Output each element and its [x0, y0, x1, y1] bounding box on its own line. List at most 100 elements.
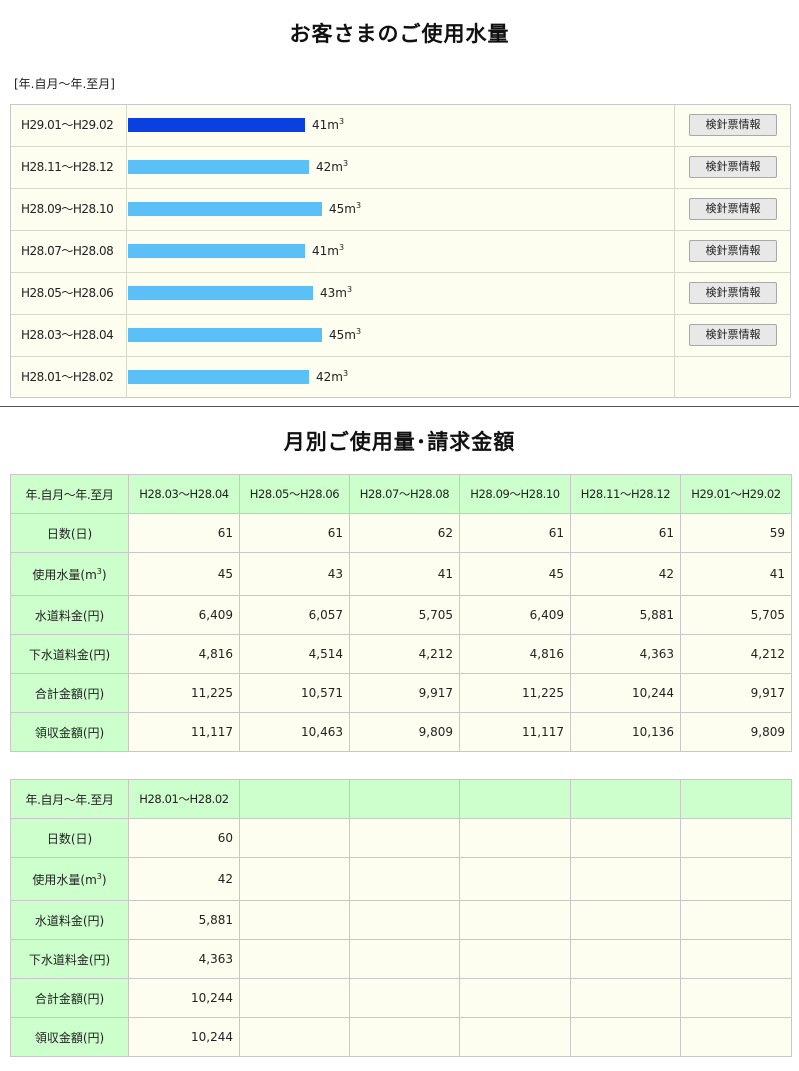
- table-value-cell: 9,917: [349, 673, 460, 713]
- total-amount-row: 合計金額(円) 11,225 10,571 9,917 11,225 10,244 9,91…: [10, 673, 792, 713]
- meter-reading-info-button[interactable]: 検針票情報: [689, 156, 777, 178]
- table-value-cell: 5,881: [570, 595, 681, 635]
- table-value-cell: 10,244: [128, 1017, 240, 1057]
- usage-bar: [128, 244, 305, 258]
- monthly-bill-table-1: 年.自月～年.至月 H28.03～H28.04 H28.05～H28.06 H28.0…: [10, 474, 792, 752]
- period-header-cell: H28.03～H28.04: [128, 474, 240, 514]
- meter-button-cell: 検針票情報: [674, 315, 790, 356]
- table-value-cell: [459, 1017, 571, 1057]
- usage-row: H28.09～H28.10 45m3 検針票情報: [11, 189, 790, 231]
- row-label: 水道料金(円): [10, 900, 129, 940]
- meter-button-cell: 検針票情報: [674, 189, 790, 230]
- usage-period-label: H28.03～H28.04: [11, 315, 127, 356]
- period-header-cell: [349, 779, 460, 819]
- usage-unit: m: [327, 118, 339, 132]
- table-value-cell: 42: [128, 857, 240, 901]
- meter-reading-info-button[interactable]: 検針票情報: [689, 324, 777, 346]
- table-value-cell: [239, 818, 350, 858]
- usage-row: 使用水量(m3) 42: [10, 857, 792, 901]
- table-value-cell: 41: [680, 552, 792, 596]
- table-value-cell: 61: [459, 513, 571, 553]
- usage-row: 使用水量(m3) 45 43 41 45 42 41: [10, 552, 792, 596]
- usage-bar: [128, 202, 322, 216]
- table-value-cell: [459, 900, 571, 940]
- table-value-cell: [680, 978, 792, 1018]
- usage-row: H28.11～H28.12 42m3 検針票情報: [11, 147, 790, 189]
- table-value-cell: [459, 978, 571, 1018]
- table-value-cell: 9,917: [680, 673, 792, 713]
- total-amount-row: 合計金額(円) 10,244: [10, 978, 792, 1018]
- period-header-cell: [239, 779, 350, 819]
- meter-button-cell: 検針票情報: [674, 273, 790, 314]
- sewer-fee-row: 下水道料金(円) 4,816 4,514 4,212 4,816 4,363 4,212: [10, 634, 792, 674]
- water-fee-row: 水道料金(円) 5,881: [10, 900, 792, 940]
- usage-label-text: 使用水量(m: [32, 567, 97, 582]
- table-value-cell: [680, 939, 792, 979]
- received-amount-row: 領収金額(円) 11,117 10,463 9,809 11,117 10,136 9,80…: [10, 712, 792, 752]
- usage-unit: m: [331, 370, 343, 384]
- table-value-cell: [459, 857, 571, 901]
- usage-unit: m: [335, 286, 347, 300]
- row-label: 日数(日): [10, 818, 129, 858]
- table-value-cell: [680, 857, 792, 901]
- table-header-row: 年.自月～年.至月 H28.01～H28.02: [10, 779, 792, 819]
- usage-unit: m: [331, 160, 343, 174]
- usage-unit-exponent: 3: [355, 327, 362, 336]
- usage-row: H29.01～H29.02 41m3 検針票情報: [11, 105, 790, 147]
- meter-reading-info-button[interactable]: 検針票情報: [689, 240, 777, 262]
- row-label: 使用水量(m3): [10, 552, 129, 596]
- meter-reading-info-button[interactable]: 検針票情報: [689, 198, 777, 220]
- sewer-fee-row: 下水道料金(円) 4,363: [10, 939, 792, 979]
- usage-bar: [128, 328, 322, 342]
- table-value-cell: [570, 939, 681, 979]
- monthly-bill-table-2: 年.自月～年.至月 H28.01～H28.02 日数(日) 60 使用水量(m3) 42 水…: [10, 779, 792, 1057]
- usage-unit-exponent: 3: [342, 369, 349, 378]
- meter-reading-info-button[interactable]: 検針票情報: [689, 114, 777, 136]
- meter-reading-info-button[interactable]: 検針票情報: [689, 282, 777, 304]
- meter-button-cell: 検針票情報: [674, 105, 790, 146]
- usage-period-label: H28.07～H28.08: [11, 231, 127, 272]
- table-value-cell: 6,409: [459, 595, 571, 635]
- row-label: 日数(日): [10, 513, 129, 553]
- table-value-cell: 4,363: [128, 939, 240, 979]
- table-value-cell: 61: [570, 513, 681, 553]
- usage-amount: 41m3: [312, 243, 344, 258]
- usage-row: H28.07～H28.08 41m3 検針票情報: [11, 231, 790, 273]
- table-value-cell: 10,571: [239, 673, 350, 713]
- meter-button-cell: [674, 357, 790, 398]
- table-value-cell: 41: [349, 552, 460, 596]
- table-value-cell: 43: [239, 552, 350, 596]
- usage-amount: 45m3: [329, 201, 361, 216]
- usage-bar: [128, 160, 309, 174]
- usage-amount: 41m3: [312, 117, 344, 132]
- usage-section-title: お客さまのご使用水量: [289, 22, 510, 46]
- usage-period-label: H28.01～H28.02: [11, 357, 127, 398]
- table-value-cell: 6,409: [128, 595, 240, 635]
- usage-unit-exponent: 3: [338, 117, 345, 126]
- table-value-cell: [570, 818, 681, 858]
- meter-button-cell: 検針票情報: [674, 231, 790, 272]
- table-value-cell: 10,244: [128, 978, 240, 1018]
- row-label: 下水道料金(円): [10, 939, 129, 979]
- monthly-section-title: 月別ご使用量･請求金額: [283, 430, 516, 454]
- row-label: 領収金額(円): [10, 712, 129, 752]
- usage-unit: m: [344, 202, 356, 216]
- usage-amount: 45m3: [329, 327, 361, 342]
- usage-amount-value: 41: [312, 244, 328, 258]
- period-header-cell: H28.07～H28.08: [349, 474, 460, 514]
- water-fee-row: 水道料金(円) 6,409 6,057 5,705 6,409 5,881 5,705: [10, 595, 792, 635]
- table-value-cell: 62: [349, 513, 460, 553]
- row-label: 水道料金(円): [10, 595, 129, 635]
- usage-period-label: H28.05～H28.06: [11, 273, 127, 314]
- period-header-cell: [570, 779, 681, 819]
- period-header-cell: H29.01～H29.02: [680, 474, 792, 514]
- table-value-cell: 61: [239, 513, 350, 553]
- days-row: 日数(日) 61 61 62 61 61 59: [10, 513, 792, 553]
- table-value-cell: [349, 818, 460, 858]
- usage-unit: m: [344, 328, 356, 342]
- table-value-cell: [680, 818, 792, 858]
- period-header-cell: H28.11～H28.12: [570, 474, 681, 514]
- table-value-cell: [349, 900, 460, 940]
- days-row: 日数(日) 60: [10, 818, 792, 858]
- table-value-cell: [570, 857, 681, 901]
